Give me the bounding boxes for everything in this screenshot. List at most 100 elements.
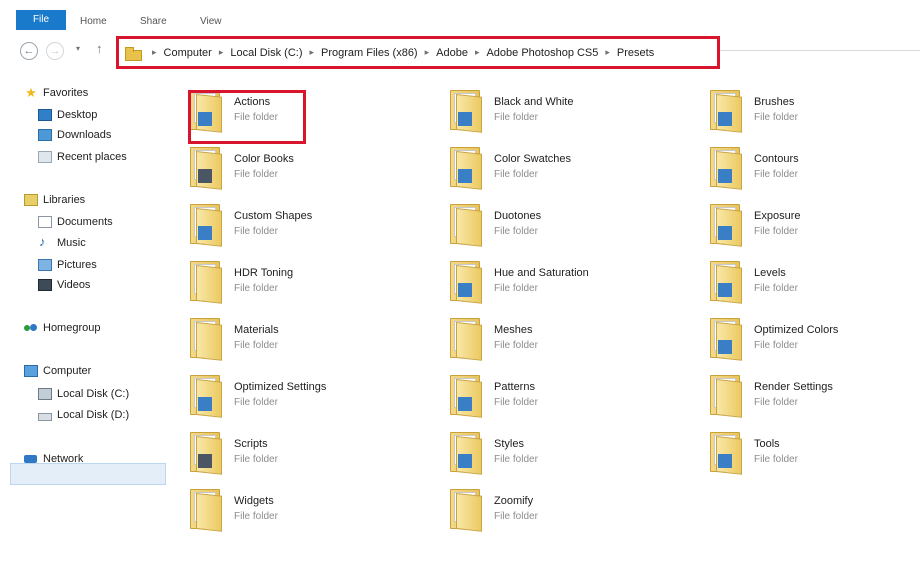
chevron-right-icon[interactable]: ▸ [152, 47, 157, 58]
folder-item[interactable]: Render Settings File folder [696, 369, 920, 418]
breadcrumb-photoshop[interactable]: Adobe Photoshop CS5 [486, 47, 598, 59]
chevron-right-icon[interactable]: ▸ [605, 47, 610, 58]
back-button[interactable]: ← [20, 42, 38, 60]
recent-locations-chevron-icon[interactable]: ▾ [76, 44, 80, 53]
folder-item[interactable]: Contours File folder [696, 141, 920, 190]
folder-type: File folder [754, 340, 798, 351]
sidebar-item-recent-places[interactable]: Recent places [38, 148, 127, 166]
folder-item[interactable]: Hue and Saturation File folder [436, 255, 676, 304]
sidebar-item-videos[interactable]: Videos [38, 276, 90, 294]
chevron-right-icon[interactable]: ▸ [309, 47, 314, 58]
folder-item[interactable]: Meshes File folder [436, 312, 676, 361]
folder-item[interactable]: Scripts File folder [176, 426, 416, 475]
folder-name: Black and White [494, 96, 574, 108]
folder-name: Materials [234, 324, 279, 336]
chevron-right-icon[interactable]: ▸ [219, 47, 224, 58]
sidebar-item-homegroup[interactable]: Homegroup [24, 319, 100, 337]
folder-type: File folder [754, 226, 798, 237]
folder-item[interactable]: HDR Toning File folder [176, 255, 416, 304]
sidebar-item-favorites[interactable]: ★ Favorites [24, 84, 88, 102]
sidebar-item-label: Local Disk (D:) [57, 409, 130, 421]
libraries-icon [24, 194, 38, 206]
sidebar-item-label: Pictures [57, 259, 97, 271]
folder-item[interactable]: Exposure File folder [696, 198, 920, 247]
folder-item[interactable]: Materials File folder [176, 312, 416, 361]
folder-item[interactable]: Optimized Colors File folder [696, 312, 920, 361]
chevron-right-icon[interactable]: ▸ [475, 47, 480, 58]
breadcrumb-program-files[interactable]: Program Files (x86) [321, 47, 418, 59]
folder-name: Brushes [754, 96, 795, 108]
sidebar-item-computer[interactable]: Computer [24, 362, 91, 380]
folder-type: File folder [494, 226, 538, 237]
folder-icon [450, 489, 486, 532]
tab-view[interactable]: View [200, 12, 222, 32]
folder-item[interactable]: Tools File folder [696, 426, 920, 475]
folder-name: HDR Toning [234, 267, 294, 279]
folder-type: File folder [754, 454, 798, 465]
sidebar-item-network[interactable]: Network [24, 450, 83, 468]
tab-home[interactable]: Home [80, 12, 107, 32]
breadcrumb-computer[interactable]: Computer [164, 47, 212, 59]
sidebar-item-label: Libraries [43, 194, 86, 206]
folder-type: File folder [754, 169, 798, 180]
sidebar-item-label: Documents [57, 216, 113, 228]
folder-type: File folder [234, 226, 278, 237]
documents-icon [38, 216, 52, 228]
folder-name: Optimized Colors [754, 324, 839, 336]
folder-item[interactable]: Styles File folder [436, 426, 676, 475]
sidebar-item-documents[interactable]: Documents [38, 213, 113, 231]
folder-icon [450, 90, 486, 133]
sidebar-item-pictures[interactable]: Pictures [38, 256, 97, 274]
sidebar-item-label: Downloads [57, 129, 112, 141]
folder-item[interactable]: Actions File folder [176, 84, 416, 144]
folder-icon [190, 147, 226, 190]
folder-type: File folder [494, 397, 538, 408]
chevron-right-icon[interactable]: ▸ [425, 47, 430, 58]
breadcrumb-adobe[interactable]: Adobe [436, 47, 468, 59]
folder-icon [190, 318, 226, 361]
folder-item[interactable]: Black and White File folder [436, 84, 676, 133]
folder-icon [450, 318, 486, 361]
folder-item[interactable]: Duotones File folder [436, 198, 676, 247]
videos-icon [38, 279, 52, 291]
folder-item[interactable]: Zoomify File folder [436, 483, 676, 532]
breadcrumb-local-disk-c[interactable]: Local Disk (C:) [230, 47, 302, 59]
pictures-icon [38, 259, 52, 271]
folder-item[interactable]: Custom Shapes File folder [176, 198, 416, 247]
forward-button[interactable]: → [46, 42, 64, 60]
sidebar-item-local-disk-d[interactable]: Local Disk (D:) [38, 406, 129, 424]
sidebar-item-label: Videos [57, 279, 91, 291]
sidebar-item-desktop[interactable]: Desktop [38, 106, 97, 124]
sidebar-item-downloads[interactable]: Downloads [38, 126, 111, 144]
folder-icon [125, 46, 142, 61]
sidebar-item-label: Recent places [57, 151, 127, 163]
folder-name: Custom Shapes [234, 210, 313, 222]
folder-type: File folder [234, 340, 278, 351]
folder-item[interactable]: Color Swatches File folder [436, 141, 676, 190]
folder-name: Color Swatches [494, 153, 572, 165]
sidebar-item-music[interactable]: Music [38, 234, 86, 252]
sidebar-item-label: Network [43, 453, 84, 465]
folder-item[interactable]: Brushes File folder [696, 84, 920, 133]
folder-name: Scripts [234, 438, 268, 450]
tab-share[interactable]: Share [140, 12, 167, 32]
sidebar-item-local-disk-c[interactable]: Local Disk (C:) [38, 385, 129, 403]
local-disk-icon [38, 388, 52, 400]
folder-name: Color Books [234, 153, 294, 165]
folder-item[interactable]: Levels File folder [696, 255, 920, 304]
folder-item[interactable]: Widgets File folder [176, 483, 416, 532]
sidebar-item-libraries[interactable]: Libraries [24, 191, 85, 209]
folder-item[interactable]: Color Books File folder [176, 141, 416, 190]
folder-name: Widgets [234, 495, 274, 507]
address-bar[interactable]: ▸ Computer ▸ Local Disk (C:) ▸ Program F… [116, 36, 720, 69]
up-arrow-icon[interactable]: ↑ [96, 41, 103, 56]
folder-type: File folder [234, 283, 278, 294]
file-list: Actions File folder Black and White File fo… [176, 76, 920, 574]
music-icon [38, 234, 52, 249]
folder-name: Actions [234, 96, 271, 108]
network-icon [24, 453, 38, 465]
breadcrumb-presets[interactable]: Presets [617, 47, 654, 59]
folder-item[interactable]: Patterns File folder [436, 369, 676, 418]
tab-file[interactable]: File [16, 10, 66, 30]
folder-item[interactable]: Optimized Settings File folder [176, 369, 416, 418]
